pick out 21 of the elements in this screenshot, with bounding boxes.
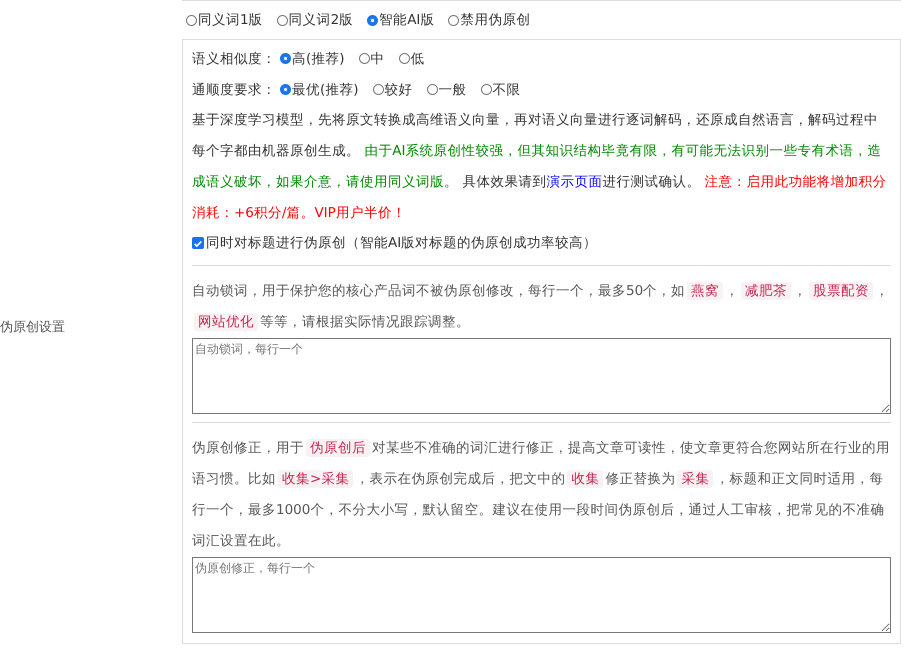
lock-words-field[interactable]: 自动锁词，每行一个 [192, 338, 891, 414]
option-radio[interactable]: 不限 [480, 80, 521, 98]
option-radio[interactable]: 一般 [426, 80, 467, 98]
option-radio[interactable]: 最优(推荐) [280, 80, 359, 98]
description-text: 基于深度学习模型，先将原文转换成高维语义向量，再对语义向量进行逐词解码，还原成自然语言，解码过程中每个字都由机器原创生成。 由于AI系统原创性较强，但其知识结构毕竟有限，有可能无法识别一些专有术语，造成语义破坏，如果介意，请使用同义词版。 具体效果请到演示页面进行测试确认。 注意：启用此功能将增加积分消耗：+6积分/篇。VIP用户半价！ [192, 111, 888, 223]
option-radio[interactable]: 中 [358, 50, 385, 68]
mode-radio[interactable]: 同义词2版 [276, 11, 354, 29]
section-label: 伪原创设置 [0, 320, 65, 335]
mode-radio[interactable]: 同义词1版 [186, 11, 263, 29]
option-radio[interactable]: 高(推荐) [280, 50, 345, 68]
lock-words-text: 自动锁词，用于保护您的核心产品词不被伪原创修改，每行一个，最多50个，如 燕窝 ， 减肥茶 ， 股票配资 ， 网站优化 等等，请根据实际情况跟踪调整。 [192, 281, 890, 333]
option-label: 通顺度要求： [192, 80, 276, 98]
option-radio[interactable]: 较好 [372, 80, 413, 98]
corrections-text: 伪原创修正，用于 伪原创后 对某些不准确的词汇进行修正，提高文章可读性，使文章更符合您网站所在行业的用语习惯。比如 收集>采集 ，表示在伪原创完成后，把文中的 收集 修正替换为 采集 ，标题和正文同时适用，每行一个，最多1000个，不分大小写，默认留空。建议在使用一段时间伪原创后，通过人工审核，把常见的不准确词汇设置在此。 [192, 438, 891, 551]
mode-radio[interactable]: 智能AI版 [367, 11, 434, 29]
mode-radio[interactable]: 禁用伪原创 [448, 11, 530, 29]
corrections-field[interactable]: 伪原创修正，每行一个 [192, 557, 891, 633]
title-checkbox[interactable]: 同时对标题进行伪原创（智能AI版对标题的伪原创成功率较高） [192, 229, 891, 257]
option-label: 语义相似度： [192, 50, 276, 68]
option-radio[interactable]: 低 [398, 50, 425, 68]
demo-link[interactable]: 演示页面 [546, 174, 602, 190]
